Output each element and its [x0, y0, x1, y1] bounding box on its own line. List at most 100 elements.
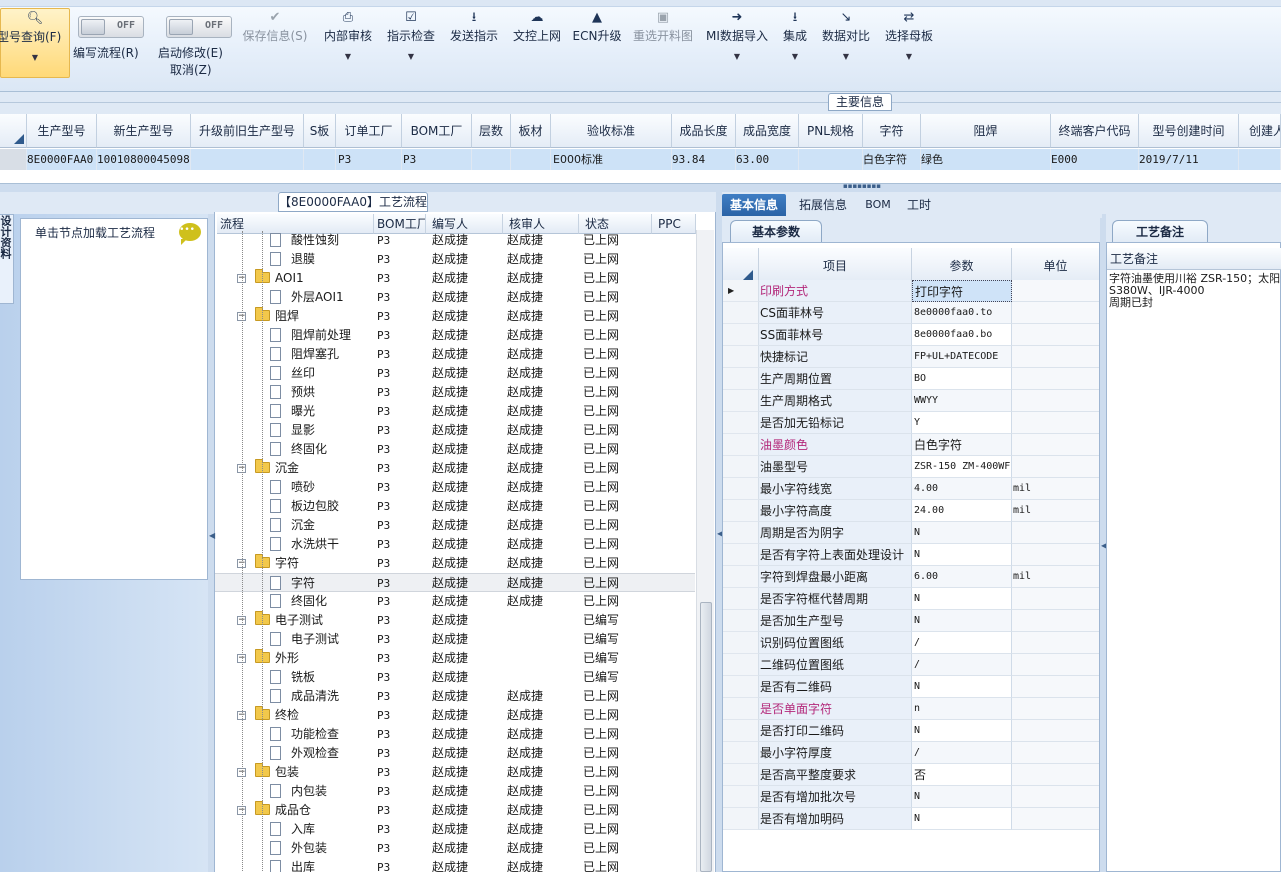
param-value[interactable]: n — [912, 698, 1012, 720]
param-value[interactable]: N — [912, 588, 1012, 610]
chevron-down-icon[interactable]: ▼ — [704, 52, 770, 62]
param-row[interactable]: 最小字符线宽 4.00 mil — [723, 478, 1099, 500]
row-indicator[interactable] — [723, 456, 759, 478]
tree-group-row[interactable]: − AOI1 P3 赵成捷 赵成捷 已上网 — [215, 269, 695, 288]
tree-step-row[interactable]: 阻焊塞孔 P3 赵成捷 赵成捷 已上网 — [215, 345, 695, 364]
table-cell[interactable]: 绿色 — [921, 149, 1051, 170]
param-value[interactable]: N — [912, 522, 1012, 544]
row-indicator[interactable] — [723, 566, 759, 588]
grid-header[interactable]: 验收标准 — [551, 114, 672, 148]
param-row[interactable]: 油墨颜色 白色字符 — [723, 434, 1099, 456]
tree-step-row[interactable]: 终固化 P3 赵成捷 赵成捷 已上网 — [215, 440, 695, 459]
tab-work-hours[interactable]: 工时 — [898, 194, 940, 216]
param-row[interactable]: 是否加生产型号 N — [723, 610, 1099, 632]
tree-step-row[interactable]: 外观检查 P3 赵成捷 赵成捷 已上网 — [215, 744, 695, 763]
row-indicator[interactable] — [723, 786, 759, 808]
reselect-cut-drawing-button[interactable]: ▣ 重选开料图 — [630, 8, 696, 78]
tree-step-row[interactable]: 入库 P3 赵成捷 赵成捷 已上网 — [215, 820, 695, 839]
param-value[interactable]: Y — [912, 412, 1012, 434]
param-row[interactable]: 生产周期位置 BO — [723, 368, 1099, 390]
param-row[interactable]: 是否高平整度要求否 — [723, 764, 1099, 786]
param-value[interactable]: N — [912, 720, 1012, 742]
tree-step-row[interactable]: 电子测试 P3 赵成捷 已编写 — [215, 630, 695, 649]
grid-header[interactable]: 成品长度 — [672, 114, 736, 148]
write-flow-toggle[interactable]: OFF — [78, 16, 144, 38]
ecn-upgrade-button[interactable]: ▲ ECN升级 — [572, 8, 622, 78]
tree-group-row[interactable]: − 成品仓 P3 赵成捷 赵成捷 已上网 — [215, 801, 695, 820]
param-row[interactable]: 最小字符高度 24.00 mil — [723, 500, 1099, 522]
chevron-down-icon[interactable]: ▼ — [819, 52, 873, 62]
row-indicator[interactable] — [723, 742, 759, 764]
table-cell[interactable]: 93.84 — [672, 149, 736, 170]
param-value[interactable]: 4.00 — [912, 478, 1012, 500]
upload-doc-button[interactable]: ☁ 文控上网 — [509, 8, 565, 78]
grid-header[interactable]: 型号创建时间 — [1139, 114, 1239, 148]
param-row[interactable]: 是否有增加批次号 N — [723, 786, 1099, 808]
param-row[interactable]: 是否有字符上表面处理设计 N — [723, 544, 1099, 566]
param-row[interactable]: 是否字符框代替周期 N — [723, 588, 1099, 610]
tree-step-row[interactable]: 丝印 P3 赵成捷 赵成捷 已上网 — [215, 364, 695, 383]
mi-import-button[interactable]: ➜ MI数据导入 ▼ — [704, 8, 770, 78]
param-row[interactable]: 周期是否为阴字 N — [723, 522, 1099, 544]
chevron-down-icon[interactable]: ▼ — [1, 53, 69, 63]
row-indicator[interactable] — [723, 478, 759, 500]
chevron-down-icon[interactable]: ▼ — [881, 52, 937, 62]
row-indicator[interactable] — [723, 324, 759, 346]
grid-header[interactable]: 终端客户代码 — [1051, 114, 1139, 148]
param-value[interactable]: N — [912, 676, 1012, 698]
tree-step-row[interactable]: 铣板 P3 赵成捷 已编写 — [215, 668, 695, 687]
table-cell[interactable]: 2019/7/11 — [1139, 149, 1239, 170]
tree-group-row[interactable]: − 字符 P3 赵成捷 赵成捷 已上网 — [215, 554, 695, 573]
chevron-down-icon[interactable]: ▼ — [383, 52, 439, 62]
tab-process-notes[interactable]: 工艺备注 — [1112, 220, 1208, 242]
param-value[interactable]: N — [912, 544, 1012, 566]
tree-step-row[interactable]: 预烘 P3 赵成捷 赵成捷 已上网 — [215, 383, 695, 402]
grid-header[interactable]: 生产型号 — [27, 114, 97, 148]
tree-step-row[interactable]: 水洗烘干 P3 赵成捷 赵成捷 已上网 — [215, 535, 695, 554]
param-value[interactable]: / — [912, 742, 1012, 764]
param-row[interactable]: 是否加无铅标记 Y — [723, 412, 1099, 434]
process-tree-scrollbar[interactable] — [696, 230, 714, 872]
row-indicator[interactable] — [723, 808, 759, 830]
integrate-button[interactable]: ⭳ 集成 ▼ — [777, 8, 813, 78]
row-indicator[interactable] — [723, 544, 759, 566]
param-row[interactable]: CS面菲林号 8e0000faa0.to — [723, 302, 1099, 324]
tree-step-row[interactable]: 字符 P3 赵成捷 赵成捷 已上网 — [215, 573, 695, 592]
row-indicator[interactable] — [723, 346, 759, 368]
table-cell[interactable] — [472, 149, 511, 170]
param-value[interactable]: N — [912, 808, 1012, 830]
param-value[interactable]: 打印字符 — [912, 280, 1012, 302]
cancel-button[interactable]: 取消(Z) — [170, 61, 212, 78]
row-header[interactable] — [0, 149, 27, 170]
table-cell[interactable]: P3 — [336, 149, 402, 170]
chevron-down-icon[interactable]: ▼ — [777, 52, 813, 62]
param-row[interactable]: 最小字符厚度 / — [723, 742, 1099, 764]
table-cell[interactable] — [511, 149, 551, 170]
row-indicator[interactable] — [723, 764, 759, 786]
param-value[interactable]: 24.00 — [912, 500, 1012, 522]
param-row[interactable]: 快捷标记 FP+UL+DATECODE — [723, 346, 1099, 368]
model-query-button[interactable]: 🔍︎ 型号查询(F) ▼ — [0, 8, 70, 78]
row-indicator[interactable] — [723, 522, 759, 544]
tree-step-row[interactable]: 功能检查 P3 赵成捷 赵成捷 已上网 — [215, 725, 695, 744]
tree-step-row[interactable]: 显影 P3 赵成捷 赵成捷 已上网 — [215, 421, 695, 440]
grid-header[interactable]: 层数 — [472, 114, 511, 148]
row-indicator[interactable] — [723, 368, 759, 390]
param-row[interactable]: 生产周期格式 WWYY — [723, 390, 1099, 412]
param-row[interactable]: 油墨型号 ZSR-150 ZM-400WF — [723, 456, 1099, 478]
param-header-item[interactable]: 项目 — [759, 248, 912, 284]
select-master-button[interactable]: ⇄ 选择母板 ▼ — [881, 8, 937, 78]
table-cell[interactable]: 10010800045098 — [97, 149, 191, 170]
tab-design-data[interactable]: 设计资料 — [0, 214, 14, 304]
tree-step-row[interactable]: 内包装 P3 赵成捷 赵成捷 已上网 — [215, 782, 695, 801]
tree-step-row[interactable]: 板边包胶 P3 赵成捷 赵成捷 已上网 — [215, 497, 695, 516]
tree-group-row[interactable]: − 阻焊 P3 赵成捷 赵成捷 已上网 — [215, 307, 695, 326]
tree-step-row[interactable]: 外包装 P3 赵成捷 赵成捷 已上网 — [215, 839, 695, 858]
row-indicator[interactable] — [723, 434, 759, 456]
grid-header[interactable]: 字符 — [863, 114, 921, 148]
send-instruction-button[interactable]: ⭳ 发送指示 — [446, 8, 502, 78]
param-value[interactable]: / — [912, 632, 1012, 654]
table-cell[interactable] — [191, 149, 304, 170]
grid-header[interactable]: BOM工厂 — [402, 114, 472, 148]
param-row[interactable]: SS面菲林号 8e0000faa0.bo — [723, 324, 1099, 346]
